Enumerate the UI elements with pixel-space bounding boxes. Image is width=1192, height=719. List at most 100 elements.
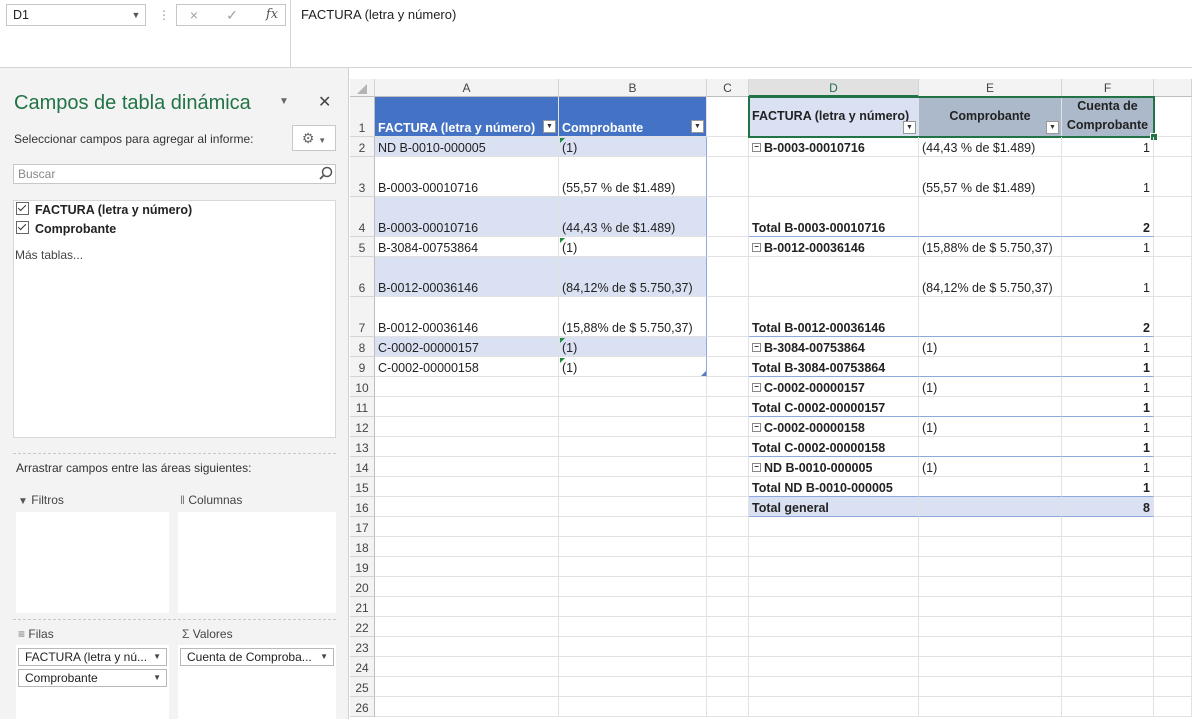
cell[interactable] xyxy=(919,677,1062,697)
name-box[interactable]: D1 xyxy=(6,4,146,26)
cell[interactable] xyxy=(559,537,707,557)
cell[interactable] xyxy=(707,657,749,677)
search-input[interactable]: Buscar xyxy=(13,164,336,184)
row-header-19[interactable]: 19 xyxy=(350,557,375,577)
cell[interactable] xyxy=(1154,477,1192,497)
cell[interactable] xyxy=(1154,637,1192,657)
pivot-comprobante-cell[interactable] xyxy=(919,437,1062,457)
row-header-3[interactable]: 3 xyxy=(350,157,375,197)
row-header-21[interactable]: 21 xyxy=(350,597,375,617)
pivot-comprobante-cell[interactable]: (1) xyxy=(919,377,1062,397)
cell[interactable] xyxy=(749,517,919,537)
cell[interactable] xyxy=(749,537,919,557)
pivot-count-cell[interactable]: 1 xyxy=(1062,417,1154,437)
collapse-icon[interactable]: − xyxy=(752,383,761,392)
cell[interactable] xyxy=(559,637,707,657)
cell[interactable] xyxy=(559,417,707,437)
row-header-16[interactable]: 16 xyxy=(350,497,375,517)
pivot-count-cell[interactable]: 2 xyxy=(1062,297,1154,337)
table-cell[interactable]: C-0002-00000157 xyxy=(375,337,559,357)
cell[interactable] xyxy=(375,577,559,597)
chevron-down-icon[interactable]: ▼ xyxy=(126,4,146,26)
cancel-icon[interactable]: × xyxy=(179,5,209,25)
cell[interactable] xyxy=(1062,517,1154,537)
enter-icon[interactable]: ✓ xyxy=(217,5,247,25)
pivot-row-label[interactable] xyxy=(749,257,919,297)
pivot-row-label[interactable]: − B-3084-00753864 xyxy=(749,337,919,357)
table-cell[interactable]: (1) xyxy=(559,137,707,157)
insert-function-icon[interactable]: fx xyxy=(257,5,287,25)
row-header-20[interactable]: 20 xyxy=(350,577,375,597)
columns-drop-area[interactable] xyxy=(178,512,336,613)
cell[interactable] xyxy=(375,597,559,617)
cell[interactable] xyxy=(919,517,1062,537)
pivot-comprobante-cell[interactable] xyxy=(919,357,1062,377)
collapse-icon[interactable]: − xyxy=(752,243,761,252)
cell[interactable] xyxy=(1062,617,1154,637)
cell[interactable] xyxy=(375,657,559,677)
row-header-12[interactable]: 12 xyxy=(350,417,375,437)
cell[interactable] xyxy=(707,477,749,497)
pivot-comprobante-cell[interactable] xyxy=(919,497,1062,517)
table-cell[interactable]: B-3084-00753864 xyxy=(375,237,559,257)
pivot-grand-total[interactable]: Total general xyxy=(749,497,919,517)
pivot-count-cell[interactable]: 1 xyxy=(1062,157,1154,197)
pivot-count-cell[interactable]: 1 xyxy=(1062,477,1154,497)
cell[interactable] xyxy=(559,437,707,457)
search-icon[interactable] xyxy=(318,165,334,183)
filter-dropdown-icon[interactable]: ▼ xyxy=(691,120,704,133)
cell[interactable] xyxy=(1154,697,1192,717)
pivot-comprobante-cell[interactable] xyxy=(919,197,1062,237)
pivot-row-label[interactable]: − B-0012-00036146 xyxy=(749,237,919,257)
row-header-6[interactable]: 6 xyxy=(350,257,375,297)
table-cell[interactable]: (1) xyxy=(559,357,707,377)
cell[interactable] xyxy=(1154,97,1192,137)
table-cell[interactable]: (44,43 % de $1.489) xyxy=(559,197,707,237)
cell[interactable] xyxy=(707,437,749,457)
cell[interactable] xyxy=(1154,377,1192,397)
cell[interactable] xyxy=(1154,197,1192,237)
collapse-icon[interactable]: − xyxy=(752,143,761,152)
pivot-count-cell[interactable]: 1 xyxy=(1062,377,1154,397)
cell[interactable] xyxy=(707,417,749,437)
cell[interactable] xyxy=(707,597,749,617)
cell[interactable] xyxy=(919,657,1062,677)
row-header-14[interactable]: 14 xyxy=(350,457,375,477)
column-header-f[interactable]: F xyxy=(1062,79,1154,97)
cell[interactable] xyxy=(707,577,749,597)
column-header-e[interactable]: E xyxy=(919,79,1062,97)
cell[interactable] xyxy=(749,637,919,657)
pivot-total-row[interactable]: Total B-0012-00036146 xyxy=(749,297,919,337)
cell[interactable] xyxy=(559,397,707,417)
error-indicator-icon[interactable] xyxy=(560,138,565,143)
pivot-comprobante-cell[interactable] xyxy=(919,397,1062,417)
cell[interactable] xyxy=(559,497,707,517)
cell[interactable] xyxy=(375,677,559,697)
pivot-count-cell[interactable]: 1 xyxy=(1062,237,1154,257)
pivot-count-cell[interactable]: 1 xyxy=(1062,397,1154,417)
cell[interactable] xyxy=(1154,137,1192,157)
pivot-total-row[interactable]: Total C-0002-00000158 xyxy=(749,437,919,457)
table-cell[interactable]: B-0003-00010716 xyxy=(375,157,559,197)
row-header-10[interactable]: 10 xyxy=(350,377,375,397)
pivot-comprobante-cell[interactable] xyxy=(919,297,1062,337)
collapse-icon[interactable]: − xyxy=(752,343,761,352)
pivot-count-cell[interactable]: 1 xyxy=(1062,437,1154,457)
table-cell[interactable]: B-0012-00036146 xyxy=(375,297,559,337)
cell[interactable] xyxy=(1154,337,1192,357)
cell[interactable] xyxy=(1154,397,1192,417)
table-cell[interactable]: C-0002-00000158 xyxy=(375,357,559,377)
pivot-row-label[interactable] xyxy=(749,157,919,197)
cell[interactable] xyxy=(559,557,707,577)
cell[interactable] xyxy=(1154,257,1192,297)
cell[interactable] xyxy=(375,637,559,657)
cell[interactable] xyxy=(919,577,1062,597)
cell[interactable] xyxy=(919,617,1062,637)
column-header-g[interactable] xyxy=(1154,79,1192,97)
cell[interactable] xyxy=(707,97,749,137)
cell[interactable] xyxy=(1154,357,1192,377)
cell[interactable] xyxy=(1154,457,1192,477)
cell[interactable] xyxy=(707,677,749,697)
chevron-down-icon[interactable]: ▼ xyxy=(279,96,289,107)
cell[interactable] xyxy=(749,697,919,717)
